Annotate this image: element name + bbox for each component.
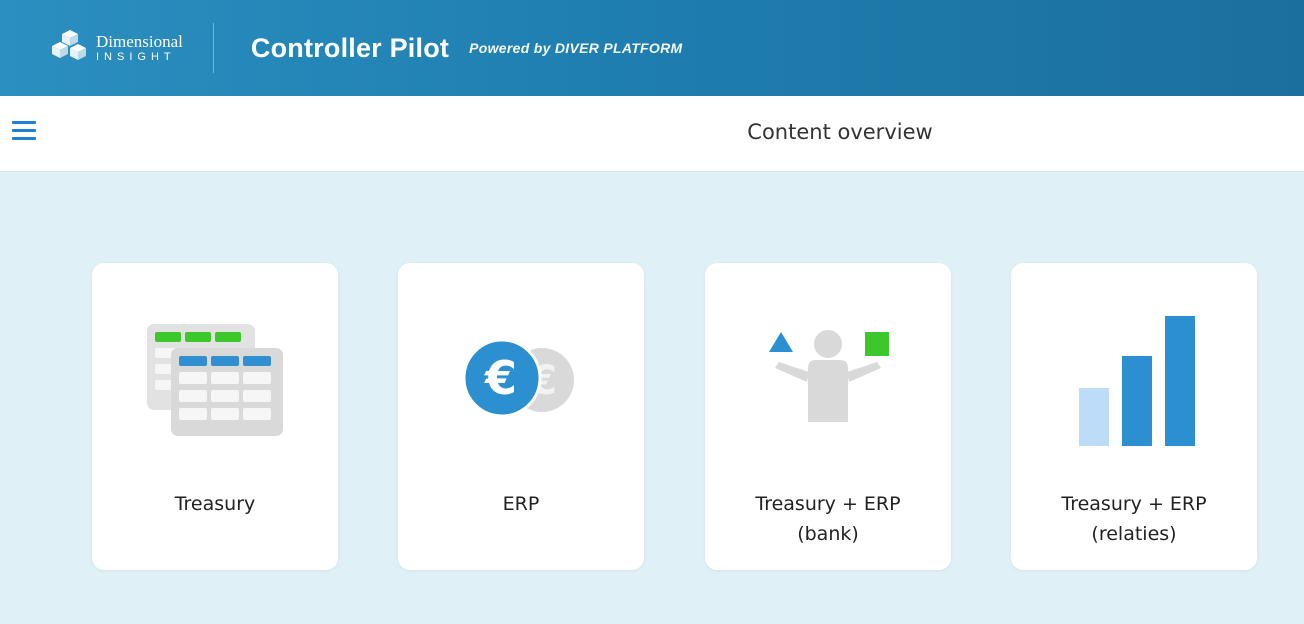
brand-logo[interactable]: Dimensional INSIGHT	[48, 0, 183, 96]
card-label-line2: (relaties)	[1091, 523, 1177, 545]
powered-by-text: Powered by DIVER PLATFORM	[469, 40, 683, 56]
card-erp-label: ERP	[398, 489, 644, 519]
top-header: Dimensional INSIGHT Controller Pilot Pow…	[0, 0, 1304, 96]
bar-chart-icon	[1079, 316, 1195, 446]
card-treasury[interactable]: Treasury	[92, 263, 338, 570]
euro-coins-icon: € €	[462, 338, 574, 418]
card-label-line1: Treasury + ERP	[1061, 493, 1207, 515]
spreadsheet-tables-icon	[147, 324, 283, 436]
card-bank-icon-wrap	[705, 303, 951, 453]
app-title: Controller Pilot	[250, 32, 450, 63]
card-label-line1: Treasury + ERP	[755, 493, 901, 515]
page-title: Content overview	[747, 120, 933, 144]
card-label-text: Treasury	[174, 493, 256, 515]
card-relaties-icon-wrap	[1011, 303, 1257, 453]
card-treasury-icon-wrap	[92, 303, 338, 453]
content-toolbar: Content overview	[0, 96, 1304, 172]
card-label-line2: (bank)	[797, 523, 859, 545]
card-erp[interactable]: € € ERP	[398, 263, 644, 570]
card-erp-icon-wrap: € €	[398, 303, 644, 453]
balance-person-icon	[769, 330, 889, 422]
brand-line1: Dimensional	[96, 32, 183, 51]
card-treasury-erp-relaties[interactable]: Treasury + ERP (relaties)	[1011, 263, 1257, 570]
card-label-text: ERP	[502, 493, 540, 515]
app: Dimensional INSIGHT Controller Pilot Pow…	[0, 0, 1304, 624]
card-relaties-label: Treasury + ERP (relaties)	[1011, 489, 1257, 549]
dimensional-insight-logo-icon	[52, 30, 86, 60]
card-treasury-label: Treasury	[92, 489, 338, 519]
card-treasury-erp-bank[interactable]: Treasury + ERP (bank)	[705, 263, 951, 570]
brand-wordmark: Dimensional INSIGHT	[96, 33, 183, 63]
brand-line2: INSIGHT	[96, 51, 176, 63]
card-bank-label: Treasury + ERP (bank)	[705, 489, 951, 549]
content-cards: Treasury € € ERP Treasury + ERP (bank) T…	[0, 172, 1304, 624]
svg-text:€: €	[484, 351, 517, 405]
header-divider	[212, 23, 214, 73]
